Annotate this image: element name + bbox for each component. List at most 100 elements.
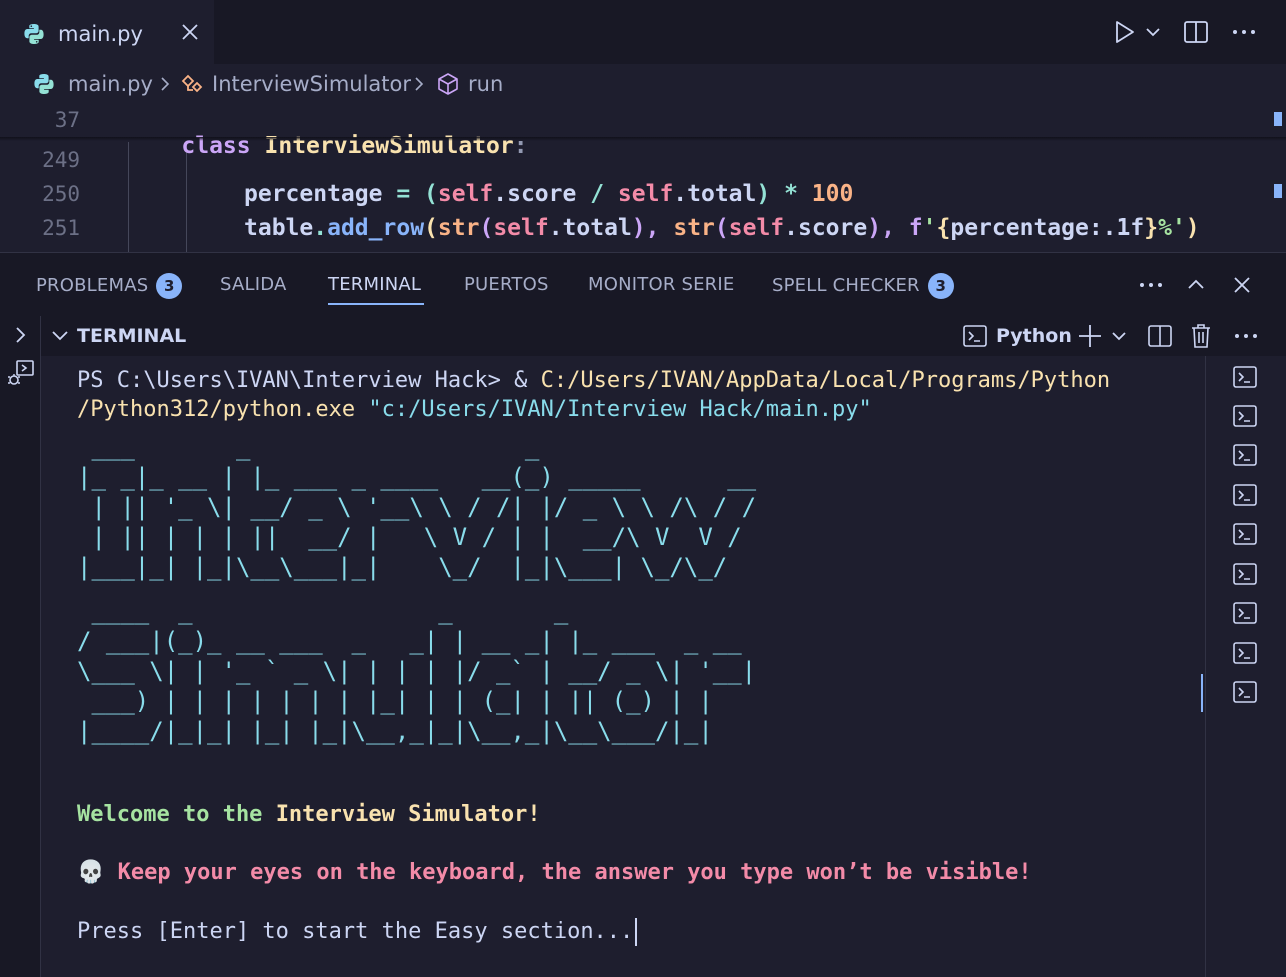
terminal-instance-icon[interactable] — [1232, 521, 1258, 547]
terminal-section-title: TERMINAL — [77, 325, 187, 347]
welcome-highlight: Interview Simulator! — [275, 802, 541, 827]
close-panel-icon[interactable] — [1230, 273, 1254, 297]
trash-icon[interactable] — [1189, 322, 1213, 350]
terminal-instance-icon[interactable] — [1232, 482, 1258, 508]
run-debug-icon[interactable] — [5, 358, 35, 388]
code-attr: .total — [548, 215, 632, 241]
add-terminal-icon[interactable] — [1077, 323, 1103, 349]
code-fstring-prefix: f — [908, 215, 923, 241]
code-self: self — [617, 181, 674, 207]
python-file-icon — [24, 24, 44, 44]
code-paren: ), — [867, 215, 909, 241]
ascii-art-simulator: ____ _ _ _ / ___|(_)_ __ ___ _ _| | __ _… — [77, 597, 757, 745]
code-self: self — [728, 215, 785, 241]
welcome-text: Welcome to the — [77, 802, 276, 827]
terminal-script-arg: "c:/Users/IVAN/Interview Hack/main.py" — [355, 397, 872, 422]
code-paren: ( — [479, 215, 494, 241]
code-string: ' — [922, 215, 937, 241]
code-attr: .score — [784, 215, 868, 241]
terminal-instance-icon[interactable] — [1232, 442, 1258, 468]
code-attr: .total — [673, 181, 757, 207]
chevron-down-icon[interactable] — [49, 325, 71, 347]
code-paren: ) — [1185, 215, 1200, 241]
split-terminal-icon[interactable] — [1147, 323, 1173, 349]
tab-serial-monitor[interactable]: MONITOR SERIE — [588, 274, 734, 295]
text-cursor — [635, 918, 638, 946]
breadcrumb-class-label: InterviewSimulator — [212, 72, 411, 96]
terminal-instance-icon[interactable] — [1232, 640, 1258, 666]
problems-count-badge: 3 — [156, 273, 183, 299]
code-fstring-expr: percentage:.1f — [950, 215, 1145, 241]
terminal-output[interactable]: PS C:\Users\IVAN\Interview Hack> & C:/Us… — [41, 356, 1286, 977]
method-cube-icon — [438, 73, 458, 95]
ascii-art-interview: ___ _ _ |_ _|_ __ | |_ ___ _ ____ __(_) … — [77, 433, 757, 581]
code-attr: .score — [493, 181, 577, 207]
code-op: = ( — [382, 181, 438, 207]
breadcrumb-file-label: main.py — [68, 72, 153, 96]
terminal-command-line-2: /Python312/python.exe "c:/Users/IVAN/Int… — [77, 397, 872, 422]
run-icon[interactable] — [1110, 18, 1138, 46]
chevron-right-icon[interactable] — [10, 324, 32, 346]
panel-tab-bar: PROBLEMAS 3 SALIDA TERMINAL PUERTOS MONIT… — [0, 252, 1286, 316]
more-actions-icon[interactable] — [1233, 324, 1259, 348]
code-paren: ( — [424, 215, 438, 241]
terminal-instance-icon[interactable] — [1232, 403, 1258, 429]
code-function: add_row — [327, 215, 425, 241]
tab-problems[interactable]: PROBLEMAS 3 — [36, 273, 183, 299]
breadcrumb-file[interactable]: main.py — [32, 70, 153, 98]
warning-message: 💀 Keep your eyes on the keyboard, the an… — [77, 860, 1032, 885]
code-op: / — [576, 181, 618, 207]
breadcrumb-method[interactable]: run — [436, 70, 503, 98]
terminal-exe-path: C:/Users/IVAN/AppData/Local/Programs/Pyt… — [540, 368, 1111, 393]
more-actions-icon[interactable] — [1230, 18, 1258, 46]
tab-spell-checker[interactable]: SPELL CHECKER 3 — [772, 273, 954, 299]
code-op: ) * — [756, 181, 812, 207]
breadcrumb: main.py InterviewSimulator run — [0, 64, 1286, 104]
chevron-down-icon[interactable] — [1109, 325, 1129, 347]
chevron-down-icon[interactable] — [1142, 18, 1164, 46]
tab-terminal[interactable]: TERMINAL — [328, 274, 421, 295]
more-actions-icon[interactable] — [1138, 273, 1164, 297]
code-self: self — [493, 215, 549, 241]
skull-icon: 💀 — [77, 860, 105, 885]
code-brace: } — [1144, 215, 1159, 241]
chevron-right-icon — [156, 70, 174, 98]
editor-tab-main-py[interactable]: main.py — [0, 0, 214, 64]
sticky-scroll-shadow — [0, 137, 1286, 141]
code-paren: ), — [631, 215, 674, 241]
tab-output[interactable]: SALIDA — [220, 274, 286, 295]
tab-ports[interactable]: PUERTOS — [464, 274, 549, 295]
terminal-instance-icon[interactable] — [1232, 600, 1258, 626]
code-string: %' — [1158, 215, 1186, 241]
class-symbol-icon — [181, 74, 203, 93]
split-editor-icon[interactable] — [1182, 18, 1210, 46]
terminal-header: TERMINAL Python — [41, 316, 1286, 356]
code-op: . — [313, 215, 328, 241]
line-number: 249 — [42, 148, 80, 172]
code-brace: { — [936, 215, 951, 241]
terminal-instance-icon[interactable] — [1232, 679, 1258, 705]
minimap-marker — [1274, 184, 1282, 198]
breadcrumb-method-label: run — [468, 72, 504, 96]
welcome-message: Welcome to the Interview Simulator! — [77, 802, 541, 827]
close-icon[interactable] — [178, 20, 202, 44]
line-number: 250 — [42, 182, 80, 206]
maximize-panel-icon[interactable] — [1184, 273, 1208, 297]
press-enter-prompt: Press [Enter] to start the Easy section.… — [77, 918, 638, 946]
code-editor[interactable]: 37 class InterviewSimulator: 249 250 per… — [0, 104, 1286, 252]
breadcrumb-class[interactable]: InterviewSimulator — [180, 70, 411, 98]
warning-text: Keep your eyes on the keyboard, the answ… — [104, 860, 1032, 885]
terminal-exe-path-cont: /Python312/python.exe — [77, 397, 356, 422]
terminal-instance-icon[interactable] — [1232, 561, 1258, 587]
terminal-command-line-1: PS C:\Users\IVAN\Interview Hack> & C:/Us… — [77, 368, 1110, 393]
terminal-shell-label[interactable]: Python — [996, 325, 1072, 347]
active-tab-indicator — [328, 303, 424, 305]
python-file-icon — [34, 74, 54, 94]
minimap-marker — [1274, 112, 1282, 126]
terminal-instance-icon[interactable] — [1232, 364, 1258, 390]
code-var: percentage — [244, 181, 383, 207]
code-number: 100 — [811, 181, 854, 207]
line-number: 37 — [54, 108, 80, 132]
spell-checker-count-badge: 3 — [927, 273, 954, 299]
code-line-250: percentage = (self.score / self.total) *… — [244, 181, 853, 207]
